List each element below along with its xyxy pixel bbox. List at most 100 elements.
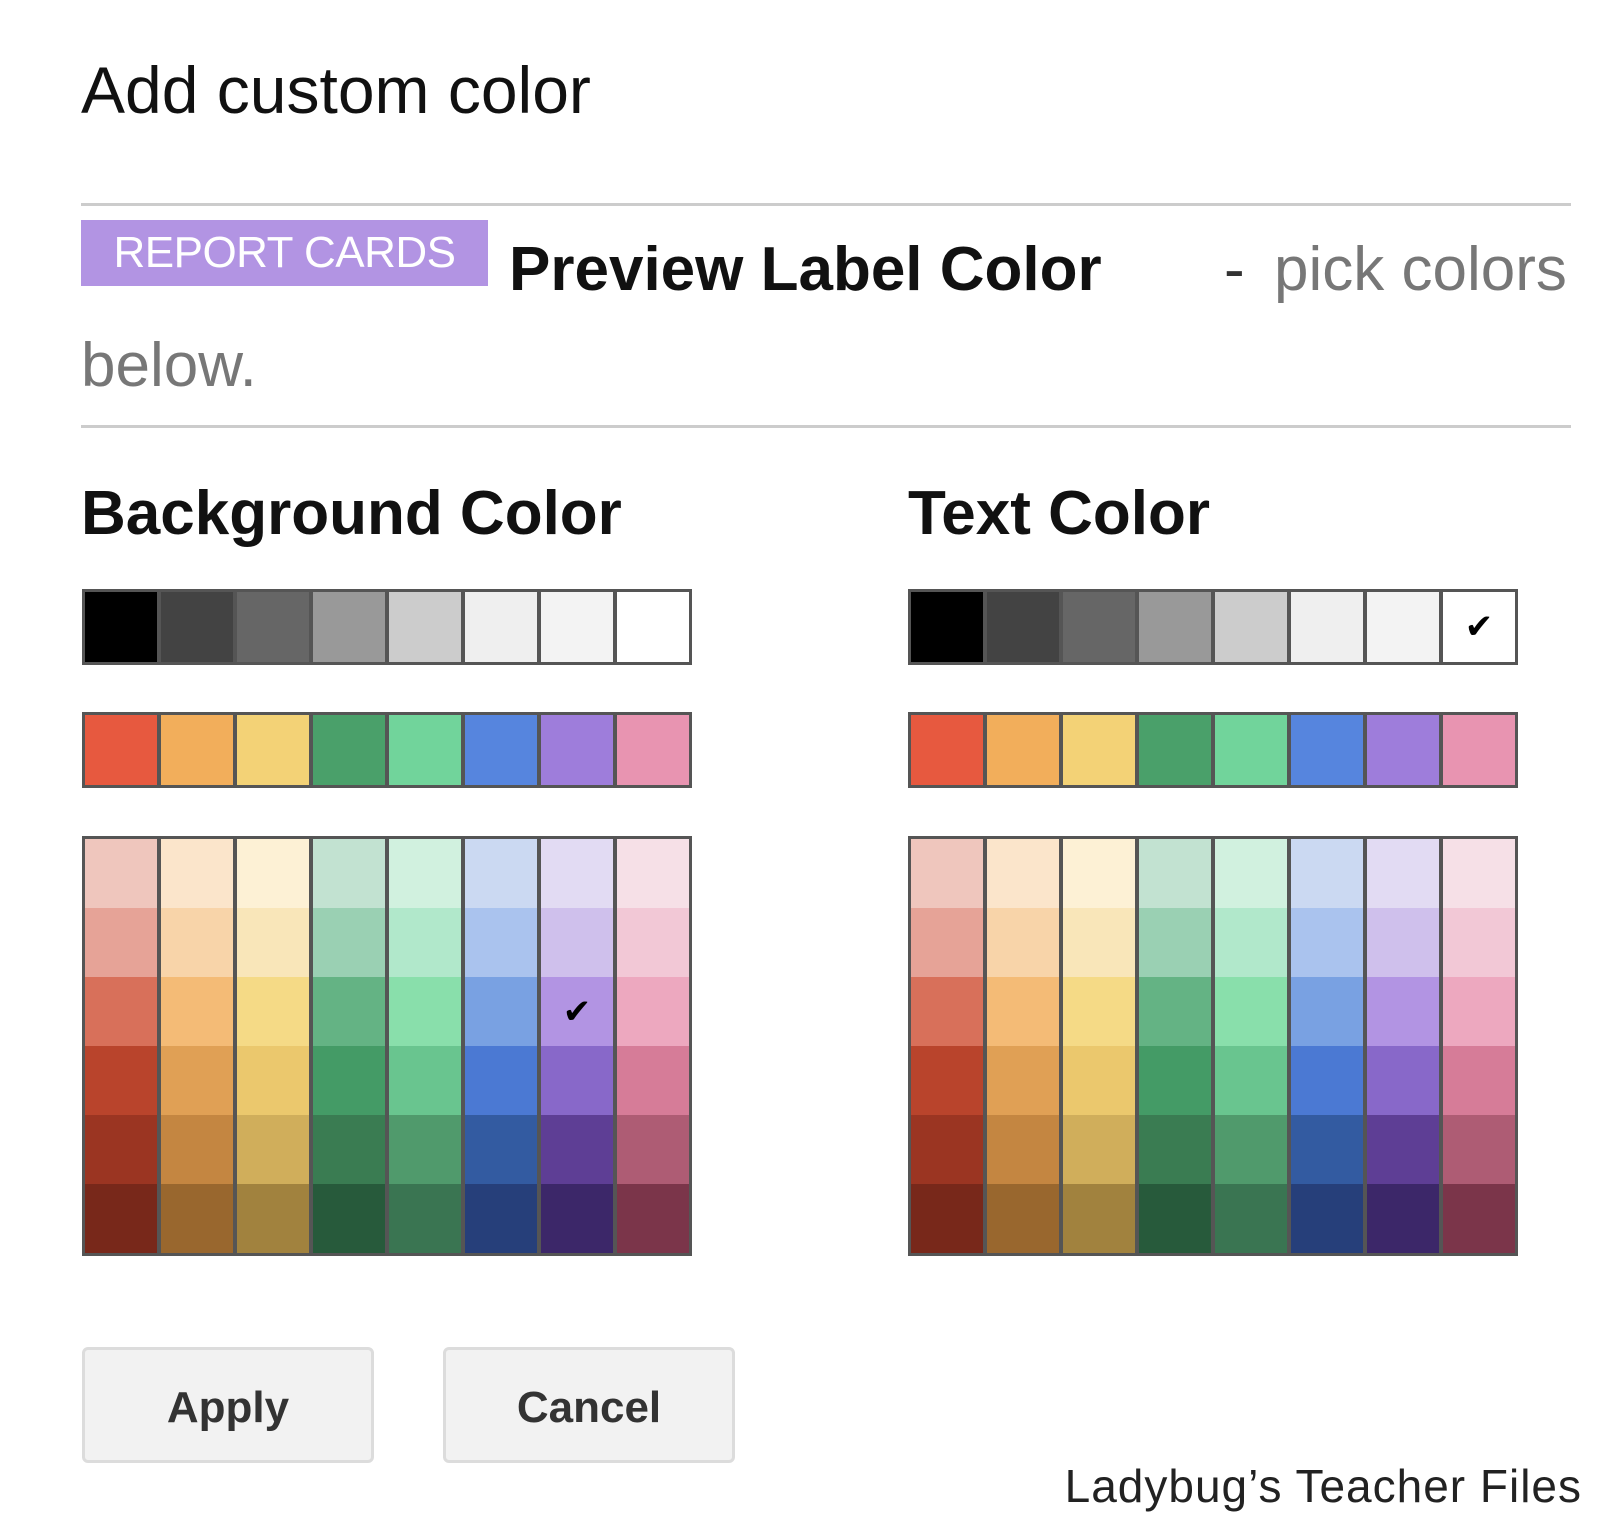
text-color-swatch[interactable] — [987, 977, 1059, 1046]
background-color-swatch[interactable] — [389, 1115, 461, 1184]
background-color-swatch[interactable] — [541, 1046, 613, 1115]
text-color-swatch[interactable] — [1291, 977, 1363, 1046]
background-color-swatch[interactable] — [617, 839, 689, 908]
text-color-swatch[interactable] — [1291, 1046, 1363, 1115]
background-color-swatch[interactable] — [161, 1115, 233, 1184]
background-color-swatch[interactable] — [465, 715, 537, 785]
text-color-swatch[interactable] — [1443, 1046, 1515, 1115]
text-color-swatch[interactable] — [1063, 715, 1135, 785]
cancel-button[interactable]: Cancel — [443, 1347, 735, 1463]
text-color-swatch[interactable] — [1063, 1115, 1135, 1184]
text-color-swatch[interactable] — [1215, 715, 1287, 785]
text-color-swatch[interactable] — [1443, 1115, 1515, 1184]
text-color-swatch[interactable] — [987, 1184, 1059, 1253]
background-color-swatch[interactable] — [617, 977, 689, 1046]
text-color-swatch[interactable] — [911, 1046, 983, 1115]
background-color-swatch[interactable] — [389, 1184, 461, 1253]
apply-button[interactable]: Apply — [82, 1347, 374, 1463]
text-color-swatch[interactable] — [987, 1046, 1059, 1115]
text-color-swatch-selected[interactable] — [1443, 592, 1515, 662]
text-color-swatch[interactable] — [1291, 908, 1363, 977]
text-color-swatch[interactable] — [987, 592, 1059, 662]
text-color-swatch[interactable] — [1443, 977, 1515, 1046]
text-color-swatch[interactable] — [1063, 1184, 1135, 1253]
background-color-swatch[interactable] — [161, 715, 233, 785]
background-color-swatch[interactable] — [237, 1115, 309, 1184]
text-color-swatch[interactable] — [1139, 1046, 1211, 1115]
background-color-swatch[interactable] — [237, 977, 309, 1046]
text-color-swatch[interactable] — [1443, 839, 1515, 908]
background-color-swatch[interactable] — [389, 977, 461, 1046]
background-color-swatch[interactable] — [85, 1115, 157, 1184]
background-color-swatch[interactable] — [85, 908, 157, 977]
text-color-swatch[interactable] — [1139, 1115, 1211, 1184]
text-color-swatch[interactable] — [1139, 715, 1211, 785]
text-color-swatch[interactable] — [1367, 908, 1439, 977]
text-color-swatch[interactable] — [911, 1115, 983, 1184]
text-color-swatch[interactable] — [1291, 839, 1363, 908]
text-color-swatch[interactable] — [911, 977, 983, 1046]
background-color-swatch[interactable] — [313, 908, 385, 977]
background-color-swatch[interactable] — [85, 1184, 157, 1253]
text-color-swatch[interactable] — [1063, 977, 1135, 1046]
text-color-swatch[interactable] — [987, 839, 1059, 908]
background-color-swatch[interactable] — [541, 839, 613, 908]
text-color-swatch[interactable] — [1215, 592, 1287, 662]
background-color-swatch[interactable] — [161, 1046, 233, 1115]
background-color-swatch[interactable] — [541, 715, 613, 785]
background-color-swatch[interactable] — [617, 592, 689, 662]
text-color-swatch[interactable] — [987, 1115, 1059, 1184]
background-color-swatch[interactable] — [617, 1115, 689, 1184]
background-color-swatch[interactable] — [389, 1046, 461, 1115]
background-color-swatch[interactable] — [85, 839, 157, 908]
background-color-swatch[interactable] — [237, 592, 309, 662]
text-color-swatch[interactable] — [1215, 977, 1287, 1046]
background-color-swatch[interactable] — [313, 977, 385, 1046]
text-color-swatch[interactable] — [1367, 1115, 1439, 1184]
background-color-swatch[interactable] — [617, 1184, 689, 1253]
background-color-swatch[interactable] — [313, 715, 385, 785]
background-color-swatch[interactable] — [389, 908, 461, 977]
background-color-swatch-selected[interactable] — [541, 977, 613, 1046]
background-color-swatch[interactable] — [541, 1184, 613, 1253]
text-color-swatch[interactable] — [1291, 592, 1363, 662]
background-color-swatch[interactable] — [465, 592, 537, 662]
background-color-swatch[interactable] — [85, 592, 157, 662]
text-color-swatch[interactable] — [1139, 977, 1211, 1046]
text-color-swatch[interactable] — [1063, 592, 1135, 662]
text-color-swatch[interactable] — [1215, 1115, 1287, 1184]
background-color-swatch[interactable] — [237, 839, 309, 908]
background-color-swatch[interactable] — [465, 1115, 537, 1184]
text-color-swatch[interactable] — [1139, 908, 1211, 977]
text-color-swatch[interactable] — [911, 592, 983, 662]
background-color-swatch[interactable] — [161, 1184, 233, 1253]
background-color-swatch[interactable] — [389, 715, 461, 785]
text-color-swatch[interactable] — [1367, 977, 1439, 1046]
background-color-swatch[interactable] — [541, 1115, 613, 1184]
text-color-swatch[interactable] — [1215, 908, 1287, 977]
background-color-swatch[interactable] — [313, 1115, 385, 1184]
text-color-swatch[interactable] — [1139, 592, 1211, 662]
text-color-swatch[interactable] — [1443, 908, 1515, 977]
background-color-swatch[interactable] — [237, 1046, 309, 1115]
background-color-swatch[interactable] — [313, 1184, 385, 1253]
text-color-swatch[interactable] — [1063, 839, 1135, 908]
background-color-swatch[interactable] — [389, 592, 461, 662]
background-color-swatch[interactable] — [85, 1046, 157, 1115]
text-color-swatch[interactable] — [1291, 715, 1363, 785]
text-color-swatch[interactable] — [1063, 908, 1135, 977]
background-color-swatch[interactable] — [237, 908, 309, 977]
text-color-swatch[interactable] — [911, 908, 983, 977]
background-color-swatch[interactable] — [465, 977, 537, 1046]
text-color-swatch[interactable] — [1291, 1184, 1363, 1253]
text-color-swatch[interactable] — [1367, 715, 1439, 785]
background-color-swatch[interactable] — [465, 839, 537, 908]
text-color-swatch[interactable] — [911, 715, 983, 785]
text-color-swatch[interactable] — [1367, 1184, 1439, 1253]
background-color-swatch[interactable] — [313, 1046, 385, 1115]
background-color-swatch[interactable] — [617, 908, 689, 977]
background-color-swatch[interactable] — [161, 977, 233, 1046]
text-color-swatch[interactable] — [987, 715, 1059, 785]
background-color-swatch[interactable] — [389, 839, 461, 908]
text-color-swatch[interactable] — [1367, 592, 1439, 662]
